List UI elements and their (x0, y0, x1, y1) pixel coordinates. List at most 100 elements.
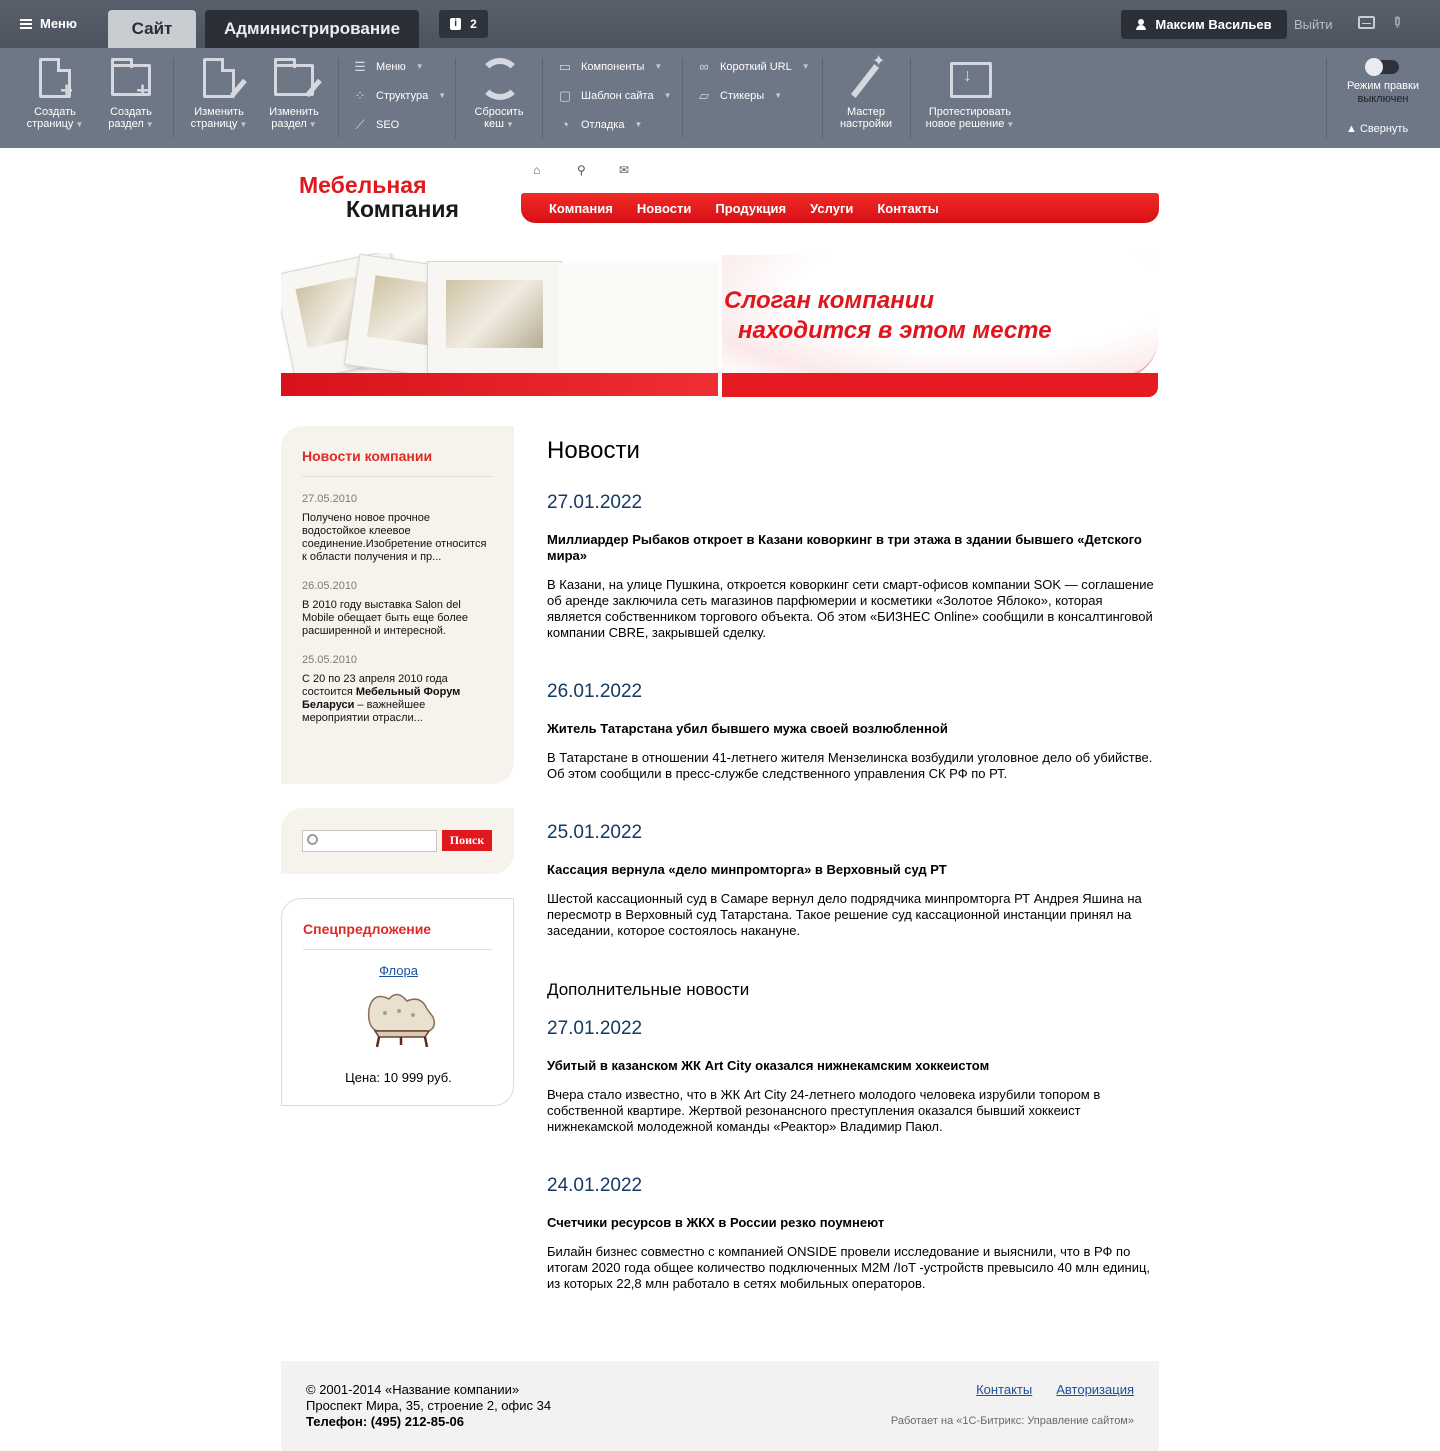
news-text: Шестой кассационный суд в Самаре вернул … (547, 891, 1142, 938)
search-button[interactable]: Поиск (442, 830, 492, 851)
user-profile-button[interactable]: Максим Васильев (1121, 10, 1287, 39)
info-icon: i (450, 18, 462, 30)
short-url-label: Короткий URL (720, 60, 792, 73)
edit-section-label1: Изменить (269, 106, 319, 118)
template-dropdown[interactable]: ▢ Шаблон сайта ▼ (557, 89, 672, 102)
sidebar-news-item[interactable]: 25.05.2010 С 20 по 23 апреля 2010 года с… (302, 654, 493, 725)
footer-link-auth[interactable]: Авторизация (1056, 1382, 1134, 1397)
banner-red-stripe (722, 373, 1158, 397)
pin-icon[interactable]: ✎ (1387, 12, 1407, 32)
home-icon[interactable]: ⌂ (533, 163, 540, 177)
menu-dropdown-label: Меню (376, 60, 406, 73)
tab-site[interactable]: Сайт (108, 10, 196, 48)
news-date: 26.01.2022 (547, 681, 643, 702)
clear-cache-button[interactable]: Сбросить кеш ▼ (468, 56, 530, 131)
edit-section-button[interactable]: Изменить раздел ▼ (263, 56, 325, 131)
create-page-icon: + (35, 56, 75, 102)
edit-page-label1: Изменить (194, 106, 244, 118)
logout-link[interactable]: Выйти (1294, 17, 1333, 32)
sofa-image[interactable] (363, 987, 441, 1051)
footer-link-contacts[interactable]: Контакты (976, 1382, 1032, 1397)
nav-item-company[interactable]: Компания (549, 201, 613, 216)
footer-links: Контакты Авторизация (976, 1382, 1134, 1397)
banner-red-stripe (281, 373, 718, 396)
additional-news-heading: Дополнительные новости (547, 980, 750, 999)
admin-menu-label: Меню (40, 16, 78, 31)
sidebar-news-date: 27.05.2010 (302, 493, 358, 505)
footer-contacts: © 2001-2014 «Название компании» Проспект… (306, 1382, 551, 1430)
user-name: Максим Васильев (1155, 17, 1272, 32)
test-solution-button[interactable]: Протестировать новое решение▼ (922, 56, 1018, 131)
news-title[interactable]: Миллиардер Рыбаков откроет в Казани ково… (547, 532, 1159, 564)
keyboard-icon[interactable] (1358, 16, 1375, 29)
footer-powered-by[interactable]: Работает на «1С-Битрикс: Управление сайт… (891, 1415, 1134, 1427)
edit-page-button[interactable]: Изменить страницу ▼ (188, 56, 250, 131)
link-icon: ∞ (699, 59, 709, 74)
special-offer-title: Спецпредложение (303, 899, 492, 950)
slogan-line2: находится в этом месте (738, 317, 1052, 344)
chart-icon: ⟋ (355, 117, 365, 132)
structure-dropdown[interactable]: ⁘ Структура ▼ (352, 89, 447, 102)
news-title[interactable]: Житель Татарстана убил бывшего мужа свое… (547, 721, 1159, 737)
magic-wand-icon: ✦ (846, 54, 886, 102)
site-logo[interactable]: Мебельная Компания (299, 173, 459, 221)
hamburger-icon (20, 18, 32, 29)
terminal-icon: ▭ (558, 59, 572, 74)
footer-address: Проспект Мира, 35, строение 2, офис 34 (306, 1398, 552, 1413)
news-date: 27.01.2022 (547, 1018, 643, 1039)
footer-copyright: © 2001-2014 «Название компании» (306, 1382, 520, 1397)
admin-menu-button[interactable]: Меню (20, 16, 77, 31)
sidebar-news-item[interactable]: 26.05.2010 В 2010 году выставка Salon de… (302, 580, 493, 638)
news-title[interactable]: Счетчики ресурсов в ЖКХ в России резко п… (547, 1215, 1159, 1231)
banner-photo (559, 263, 719, 375)
toolbar-divider (1326, 58, 1327, 138)
test-solution-label1: Протестировать (928, 106, 1012, 118)
slogan-line1: Слоган компании (724, 287, 935, 314)
download-icon (950, 56, 992, 102)
refresh-icon (479, 56, 521, 102)
template-label: Шаблон сайта (581, 89, 654, 102)
collapse-button[interactable]: ▲ Свернуть (1346, 123, 1408, 135)
mail-icon[interactable]: ✉ (619, 163, 629, 177)
special-offer-link[interactable]: Флора (282, 963, 515, 978)
nav-item-contacts[interactable]: Контакты (877, 201, 938, 216)
components-dropdown[interactable]: ▭ Компоненты ▼ (557, 60, 662, 73)
site-footer: © 2001-2014 «Название компании» Проспект… (281, 1361, 1159, 1451)
stickers-dropdown[interactable]: ▱ Стикеры ▼ (696, 89, 782, 102)
sidebar-news-text: Получено новое прочное водостойкое клеев… (302, 512, 487, 563)
menu-dropdown[interactable]: ☰ Меню ▼ (352, 60, 423, 73)
admin-panel: Меню Сайт Администрирование i 2 Максим В… (0, 0, 1440, 148)
search-input[interactable] (302, 830, 437, 852)
edit-mode-switch[interactable] (1365, 58, 1399, 76)
create-page-button[interactable]: + Создать страницу ▼ (24, 56, 86, 131)
toolbar-divider (338, 58, 339, 138)
main-navigation: Компания Новости Продукция Услуги Контак… (521, 193, 1159, 223)
news-title[interactable]: Кассация вернула «дело минпромторга» в В… (547, 862, 1159, 878)
seo-button[interactable]: ⟋ SEO (352, 118, 399, 131)
short-url-dropdown[interactable]: ∞ Короткий URL ▼ (696, 59, 809, 74)
banner-photo (427, 261, 562, 379)
tab-administration[interactable]: Администрирование (205, 10, 419, 48)
special-offer-price: Цена: 10 999 руб. (345, 1070, 452, 1085)
admin-topbar: Меню Сайт Администрирование i 2 Максим В… (0, 0, 1440, 48)
sidebar-news-date: 26.05.2010 (302, 580, 358, 592)
nav-item-products[interactable]: Продукция (715, 201, 786, 216)
sidebar-news-text: В 2010 году выставка Salon del Mobile об… (302, 599, 468, 637)
sidebar-news-item[interactable]: 27.05.2010 Получено новое прочное водост… (302, 493, 493, 564)
search-icon[interactable]: ⚲ (577, 163, 586, 177)
company-news-widget: Новости компании 27.05.2010 Получено нов… (281, 426, 514, 784)
logo-line1: Мебельная (299, 172, 427, 198)
edit-mode-toggle[interactable]: Режим правки выключен (1340, 58, 1426, 106)
nav-item-news[interactable]: Новости (637, 201, 692, 216)
create-section-button[interactable]: + Создать раздел ▼ (100, 56, 162, 131)
debug-dropdown[interactable]: ◔ Отладка ▼ (557, 118, 642, 131)
wizard-button[interactable]: ✦ Мастер настройки (834, 54, 898, 131)
nav-item-services[interactable]: Услуги (810, 201, 853, 216)
notifications-button[interactable]: i 2 (439, 10, 488, 38)
debug-label: Отладка (581, 118, 625, 131)
news-text: Вчера стало известно, что в ЖК Art City … (547, 1087, 1101, 1134)
clear-cache-label2: кеш (484, 118, 504, 130)
news-title[interactable]: Убитый в казанском ЖК Art City оказался … (547, 1058, 1159, 1074)
toolbar-divider (173, 58, 174, 138)
stickers-label: Стикеры (720, 89, 765, 102)
